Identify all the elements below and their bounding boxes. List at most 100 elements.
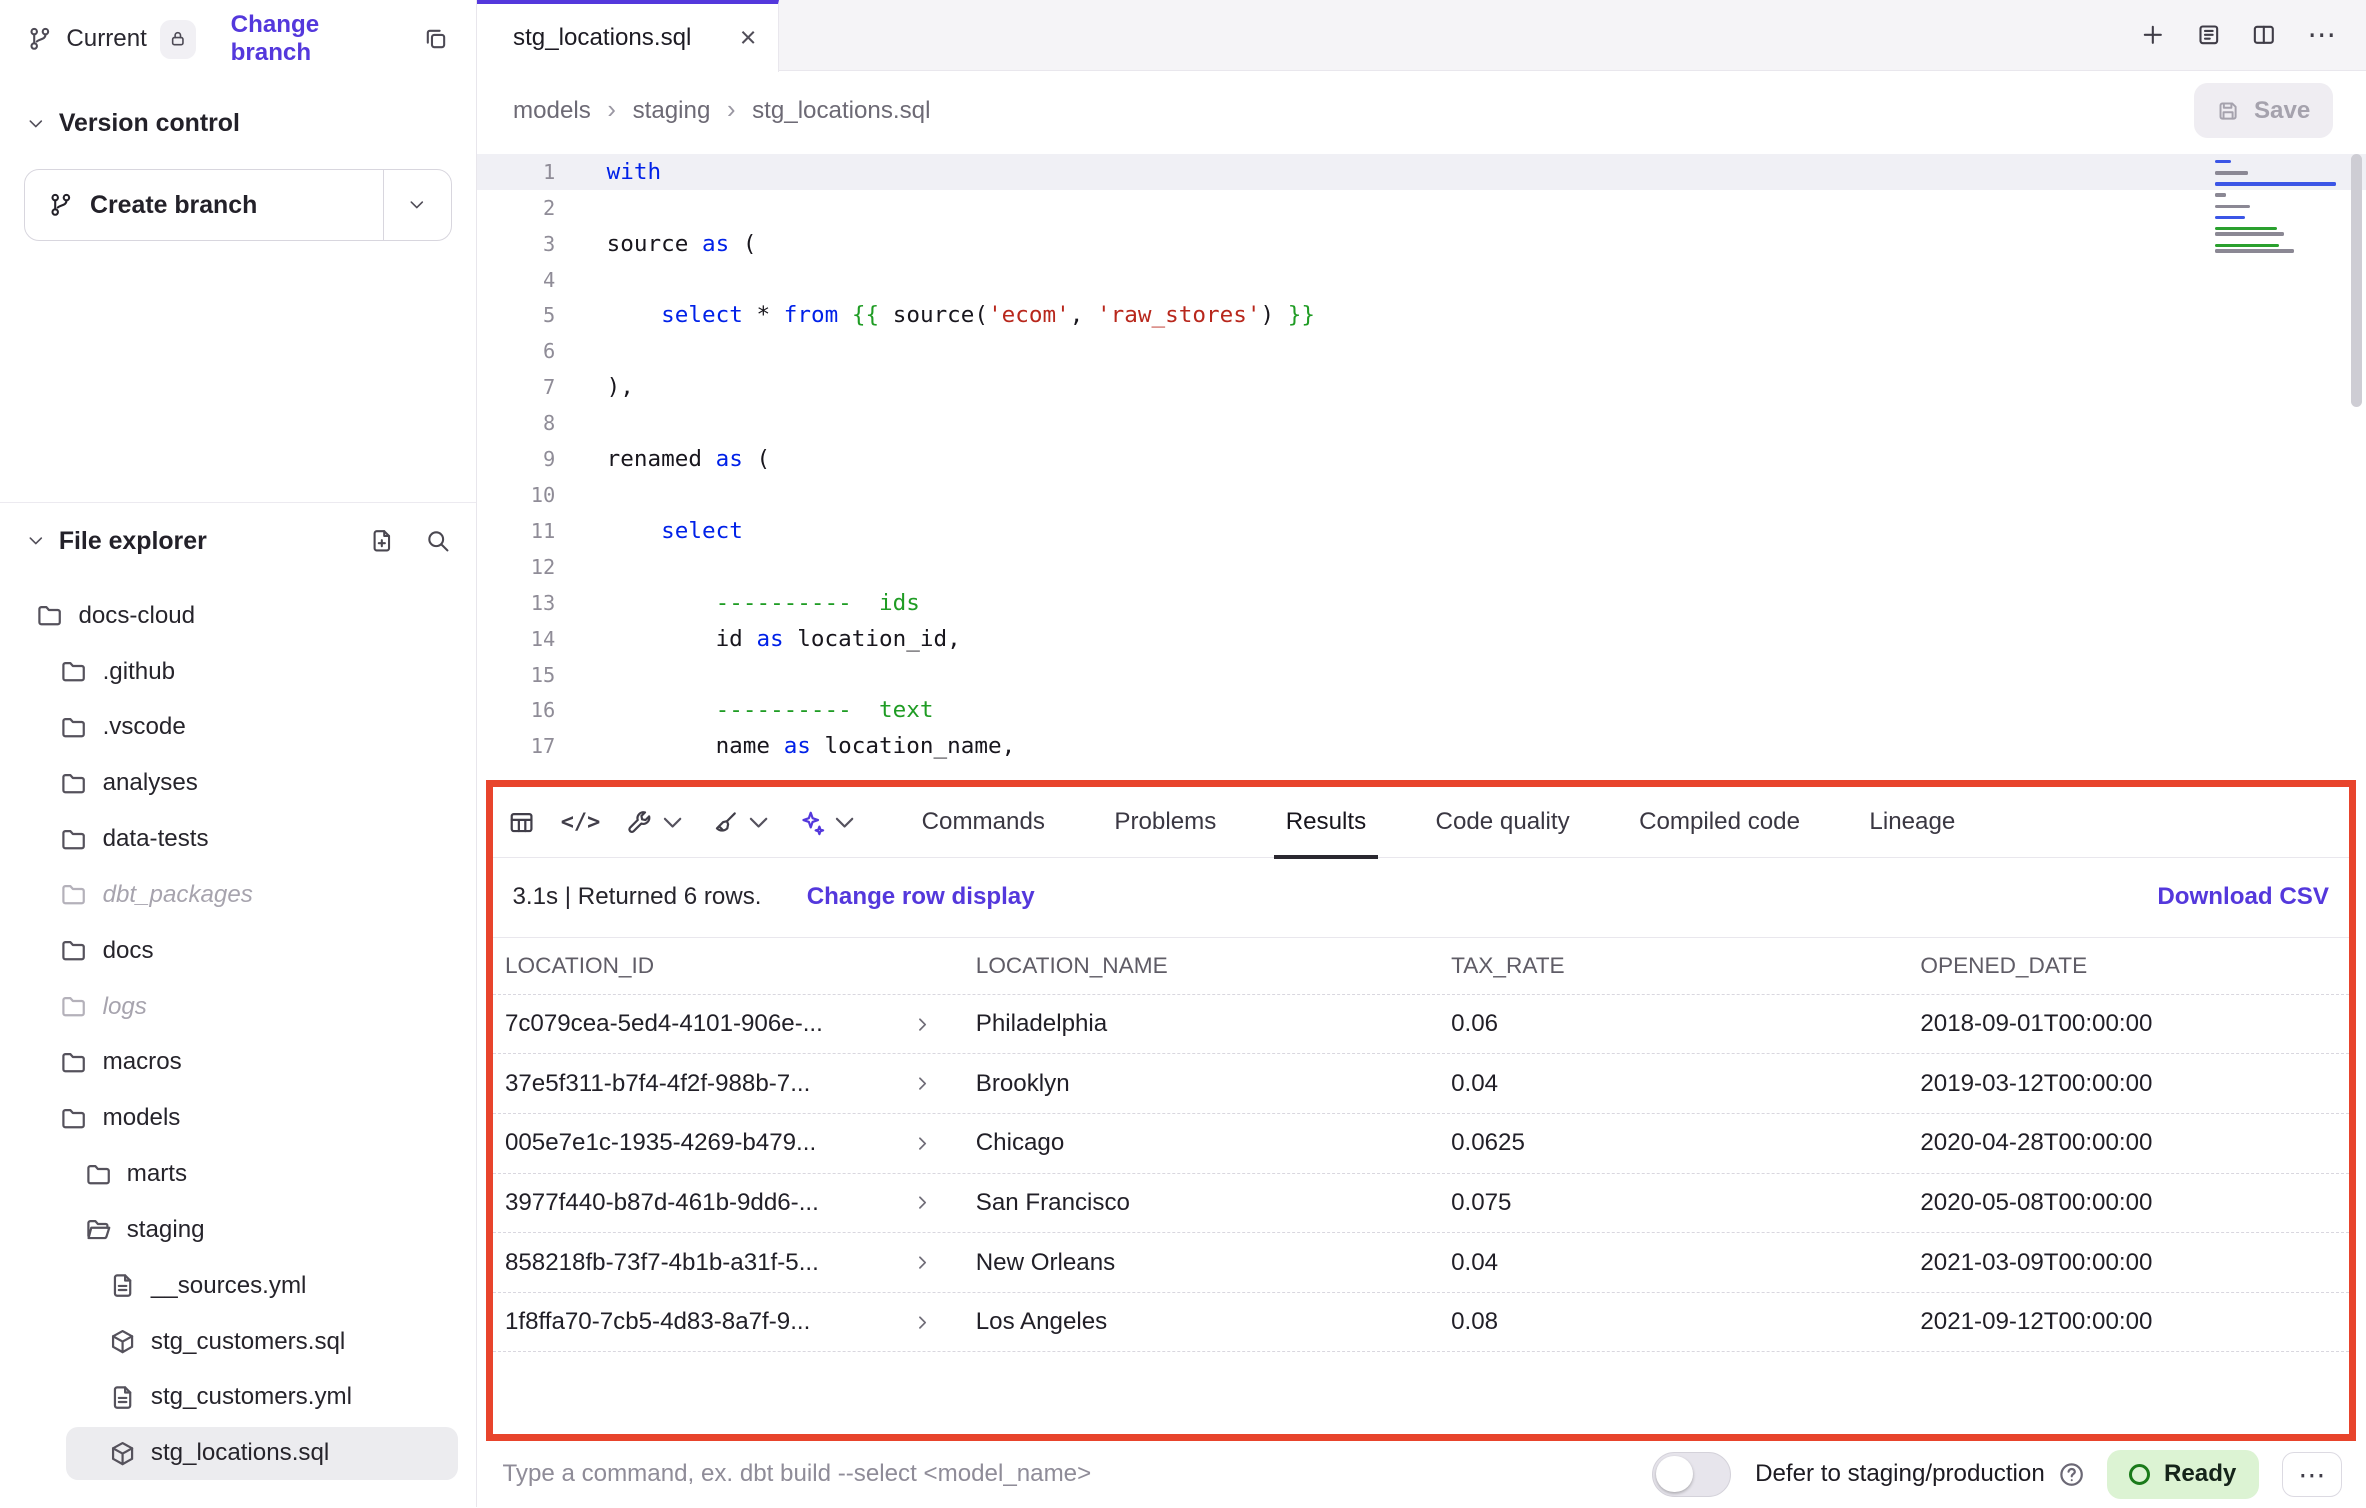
folder-icon — [60, 714, 87, 741]
code-line-17[interactable]: 17 name as location_name, — [477, 728, 2366, 764]
expand-cell-icon[interactable] — [912, 1252, 933, 1273]
file-explorer-header[interactable]: File explorer — [0, 509, 476, 572]
copy-icon[interactable] — [423, 26, 449, 52]
tree-item-docs[interactable]: docs — [0, 923, 476, 979]
expand-cell-icon[interactable] — [912, 1192, 933, 1213]
expand-cell-icon[interactable] — [912, 1014, 933, 1035]
column-header-tax_rate[interactable]: TAX_RATE — [1451, 953, 1920, 979]
command-input[interactable] — [502, 1460, 1652, 1488]
code-line-9[interactable]: 9renamed as ( — [477, 441, 2366, 477]
new-file-icon[interactable] — [369, 528, 395, 554]
breadcrumb-file[interactable]: stg_locations.sql — [752, 97, 930, 125]
code-line-7[interactable]: 7), — [477, 369, 2366, 405]
tree-item-docs-cloud[interactable]: docs-cloud — [0, 588, 476, 644]
code-line-5[interactable]: 5 select * from {{ source('ecom', 'raw_s… — [477, 298, 2366, 334]
statusbar-more-button[interactable]: ⋯ — [2282, 1452, 2342, 1497]
change-row-display-link[interactable]: Change row display — [807, 883, 1035, 911]
panel-tab-commands[interactable]: Commands — [922, 787, 1045, 857]
tree-item-staging[interactable]: staging — [0, 1202, 476, 1258]
panel-tab-lineage[interactable]: Lineage — [1869, 787, 1955, 857]
panel-tab-compiled-code[interactable]: Compiled code — [1639, 787, 1800, 857]
tree-item-models[interactable]: models — [0, 1090, 476, 1146]
breadcrumb: models › staging › stg_locations.sql — [513, 96, 930, 125]
code-line-1[interactable]: 1with — [477, 154, 2366, 190]
column-header-opened_date[interactable]: OPENED_DATE — [1920, 953, 2348, 979]
tree-item-logs[interactable]: logs — [0, 979, 476, 1035]
tree-item-marts[interactable]: marts — [0, 1146, 476, 1202]
help-icon[interactable] — [2058, 1461, 2085, 1488]
tab-stg-locations-sql[interactable]: stg_locations.sql × — [477, 0, 779, 72]
tree-item-label: models — [103, 1104, 181, 1132]
tree-item-label: analyses — [103, 769, 198, 797]
tree-item-macros[interactable]: macros — [0, 1035, 476, 1091]
cell: 0.08 — [1451, 1308, 1920, 1336]
code-line-3[interactable]: 3source as ( — [477, 226, 2366, 262]
results-toolbar: </> Commands Problems Results Code quality — [493, 787, 2349, 858]
version-control-header[interactable]: Version control — [0, 94, 476, 154]
code-line-6[interactable]: 6 — [477, 333, 2366, 369]
file-explorer-section: File explorer docs-cloud.github.vscode an… — [0, 502, 476, 1507]
save-button[interactable]: Save — [2194, 83, 2333, 138]
code-line-16[interactable]: 16 ---------- text — [477, 693, 2366, 729]
ready-status-badge[interactable]: Ready — [2107, 1450, 2259, 1499]
notebook-icon[interactable] — [2196, 22, 2222, 48]
code-line-11[interactable]: 11 select — [477, 513, 2366, 549]
search-icon[interactable] — [425, 528, 451, 554]
expand-cell-icon[interactable] — [912, 1312, 933, 1333]
tree-item--vscode[interactable]: .vscode — [0, 700, 476, 756]
change-branch-link[interactable]: Change branch — [231, 11, 390, 67]
tree-item-data-tests[interactable]: data-tests — [0, 811, 476, 867]
new-tab-plus-icon[interactable] — [2140, 22, 2166, 48]
model-cube-icon — [109, 1328, 136, 1355]
tree-item-analyses[interactable]: analyses — [0, 755, 476, 811]
chevron-down-icon — [831, 809, 858, 836]
line-number: 16 — [477, 698, 555, 722]
tree-item--github[interactable]: .github — [0, 644, 476, 700]
panel-tab-results[interactable]: Results — [1286, 787, 1366, 857]
breadcrumb-staging[interactable]: staging — [633, 97, 711, 125]
tree-item-stg-customers-yml[interactable]: stg_customers.yml — [0, 1370, 476, 1426]
minimap[interactable] — [2215, 160, 2342, 255]
code-line-2[interactable]: 2 — [477, 190, 2366, 226]
tree-item-dbt-packages[interactable]: dbt_packages — [0, 867, 476, 923]
folder-icon — [60, 1105, 87, 1132]
tree-item--sources-yml[interactable]: __sources.yml — [0, 1258, 476, 1314]
tabbar-more-icon[interactable]: ⋯ — [2307, 21, 2336, 50]
ai-fix-menu[interactable] — [798, 809, 858, 836]
code-editor[interactable]: 1with23source as (45 select * from {{ so… — [477, 151, 2366, 780]
panel-tab-code-quality[interactable]: Code quality — [1436, 787, 1570, 857]
close-tab-icon[interactable]: × — [740, 24, 757, 53]
compile-code-icon[interactable]: </> — [561, 810, 601, 835]
column-header-location_name[interactable]: LOCATION_NAME — [976, 953, 1451, 979]
download-csv-link[interactable]: Download CSV — [2157, 883, 2329, 911]
cell: 1f8ffa70-7cb5-4d83-8a7f-9... — [505, 1308, 976, 1336]
cell: 2018-09-01T00:00:00 — [1920, 1010, 2348, 1038]
results-status-row: 3.1s | Returned 6 rows. Change row displ… — [493, 858, 2349, 936]
panel-tab-problems[interactable]: Problems — [1114, 787, 1216, 857]
lint-menu[interactable] — [712, 809, 772, 836]
create-branch-button[interactable]: Create branch — [24, 169, 452, 241]
code-line-10[interactable]: 10 — [477, 477, 2366, 513]
preview-table-icon[interactable] — [508, 809, 535, 836]
code-line-13[interactable]: 13 ---------- ids — [477, 585, 2366, 621]
create-branch-dropdown[interactable] — [383, 170, 451, 240]
tree-item-stg-locations-sql[interactable]: stg_locations.sql — [0, 1425, 476, 1481]
code-line-4[interactable]: 4 — [477, 262, 2366, 298]
build-menu[interactable] — [626, 809, 686, 836]
expand-cell-icon[interactable] — [912, 1133, 933, 1154]
tree-item-stg-customers-sql[interactable]: stg_customers.sql — [0, 1314, 476, 1370]
cell: 0.06 — [1451, 1010, 1920, 1038]
code-line-12[interactable]: 12 — [477, 549, 2366, 585]
code-text: name as location_name, — [555, 733, 1015, 759]
expand-cell-icon[interactable] — [912, 1073, 933, 1094]
defer-toggle[interactable] — [1652, 1452, 1730, 1497]
breadcrumb-models[interactable]: models — [513, 97, 591, 125]
tree-item-label: stg_customers.sql — [151, 1328, 345, 1356]
editor-scrollbar[interactable] — [2351, 154, 2362, 408]
code-line-14[interactable]: 14 id as location_id, — [477, 621, 2366, 657]
code-line-8[interactable]: 8 — [477, 405, 2366, 441]
code-line-15[interactable]: 15 — [477, 657, 2366, 693]
column-header-location_id[interactable]: LOCATION_ID — [505, 953, 976, 979]
ready-label: Ready — [2164, 1460, 2236, 1488]
split-view-icon[interactable] — [2251, 22, 2277, 48]
